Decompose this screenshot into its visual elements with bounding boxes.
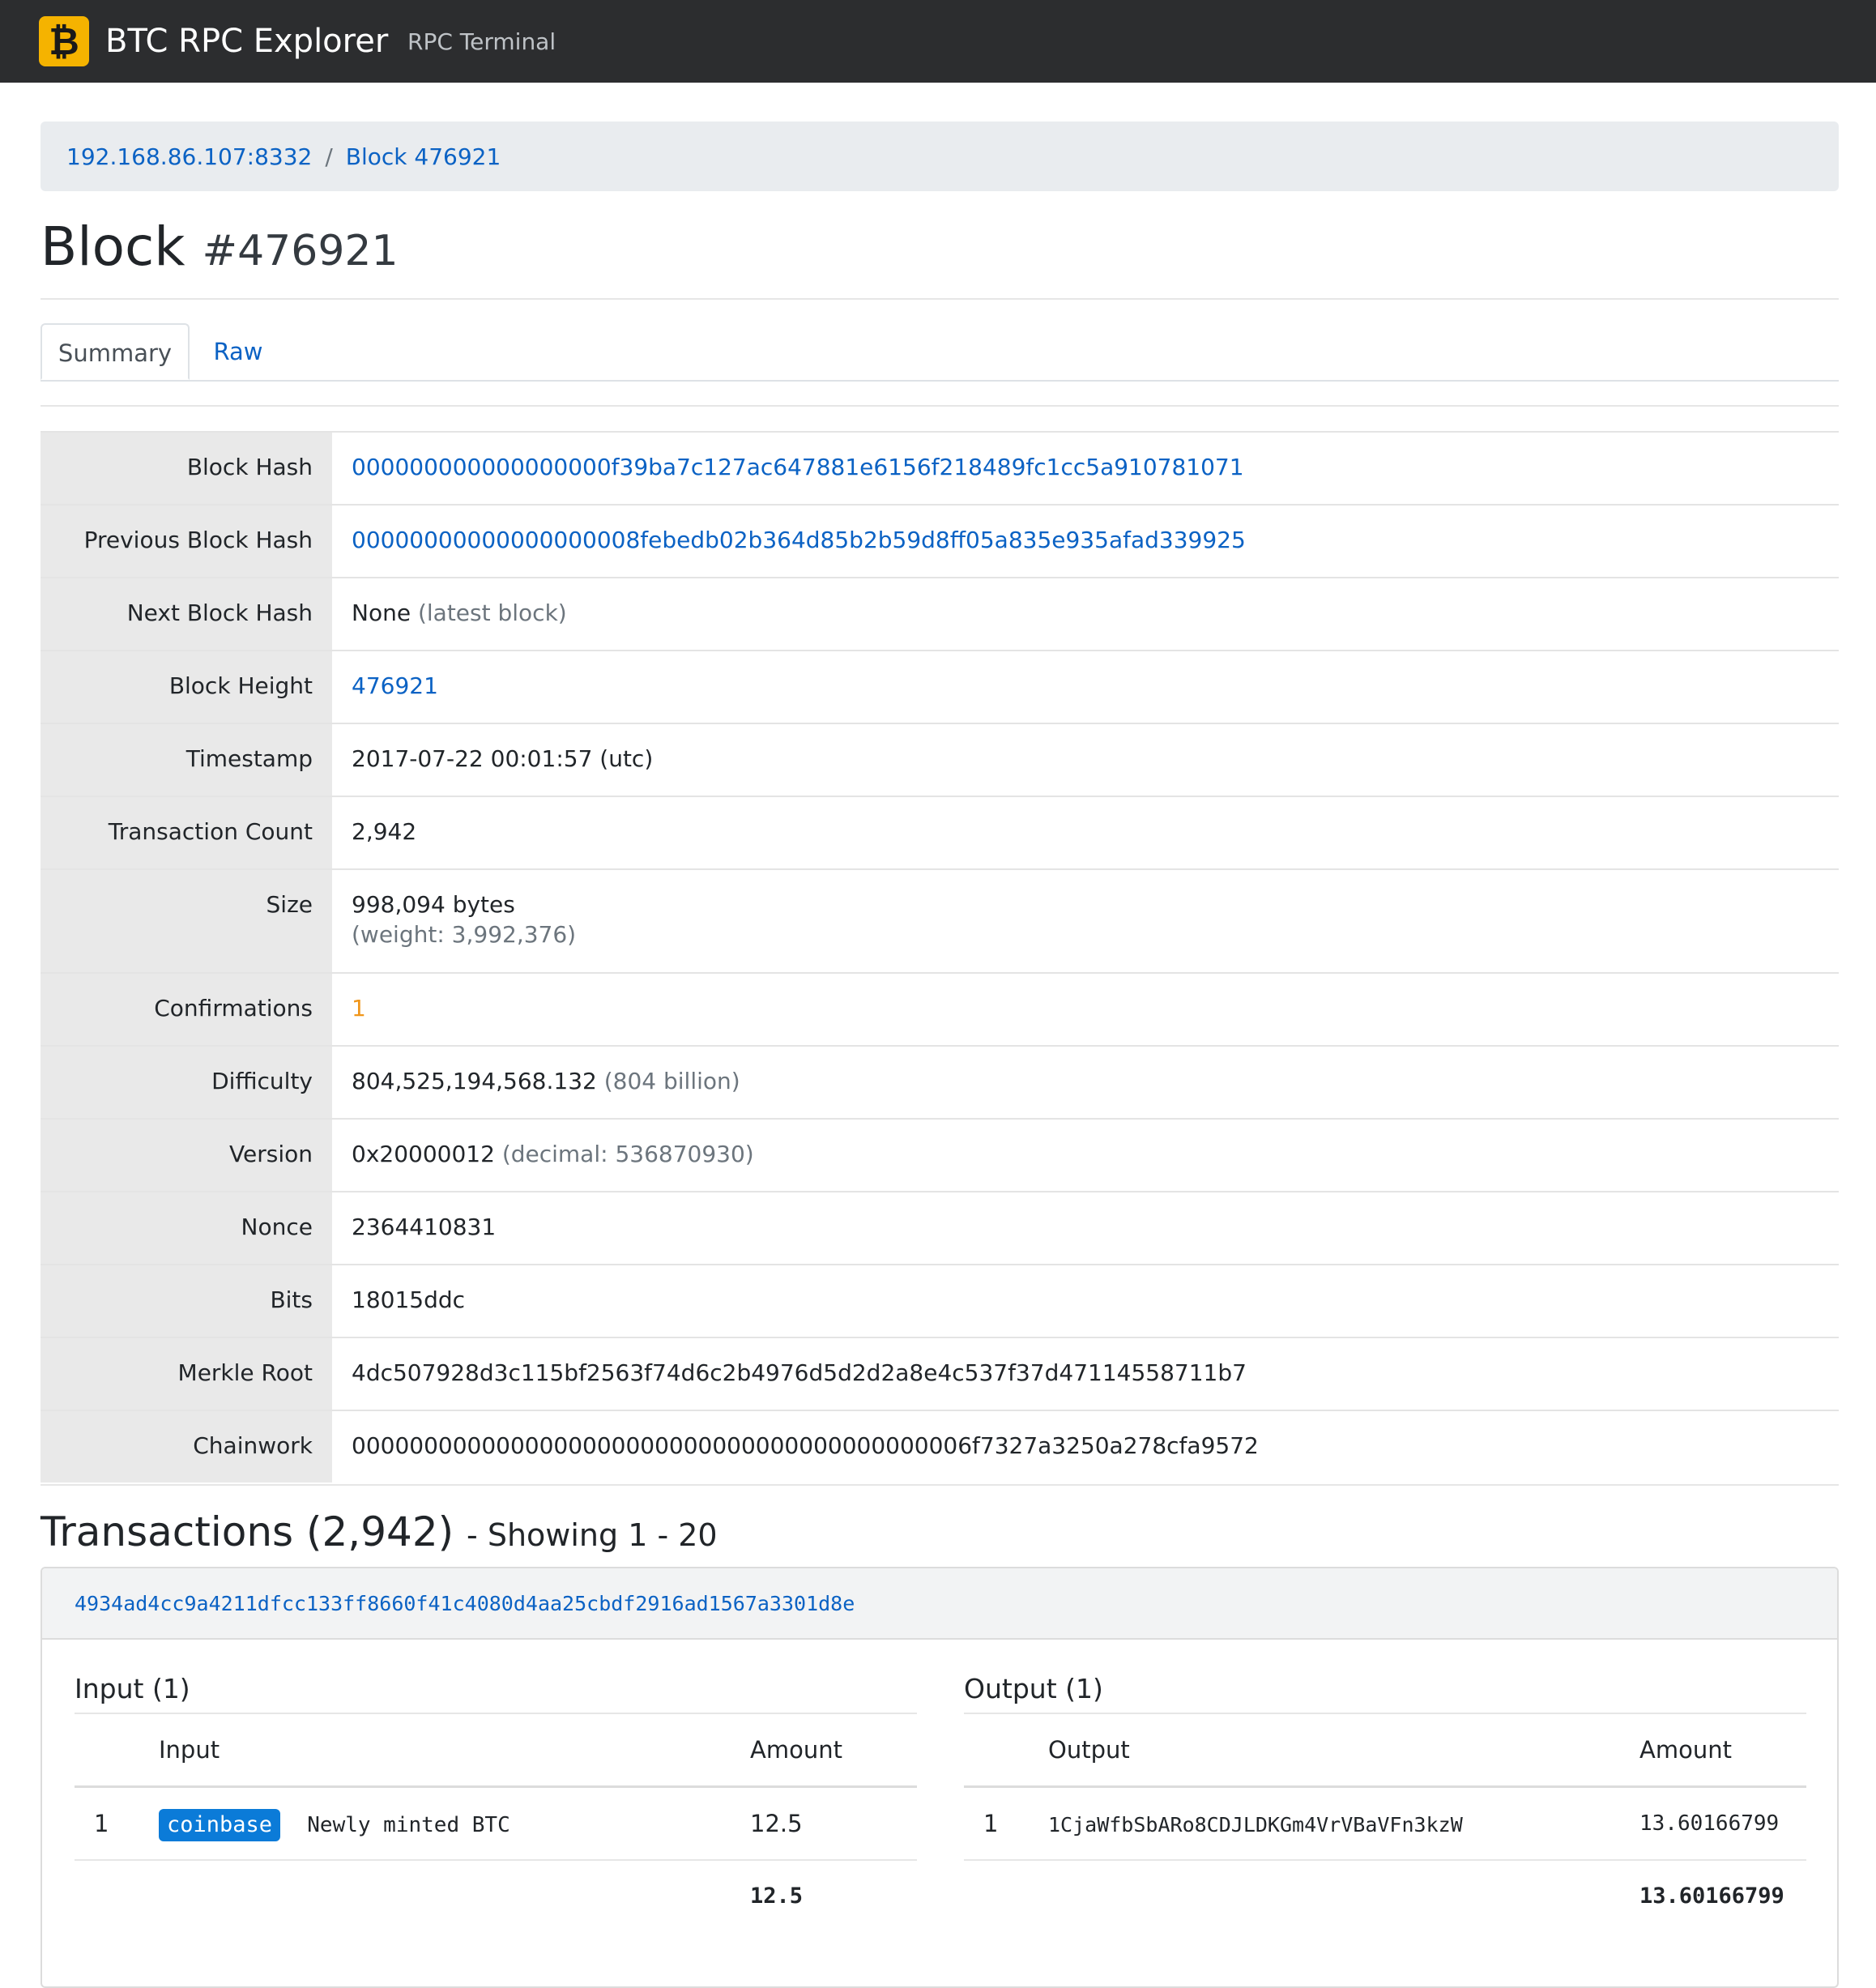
inputs-section: Input (1) Input Amount 1 coinbase Newly … [75, 1666, 917, 1932]
label-nonce: Nonce [41, 1192, 332, 1264]
label-difficulty: Difficulty [41, 1047, 332, 1118]
inputs-table-header: Input Amount [75, 1714, 917, 1788]
coinbase-badge: coinbase [159, 1809, 281, 1841]
output-row-number: 1 [983, 1810, 999, 1837]
label-next-block-hash: Next Block Hash [41, 578, 332, 650]
summary-row-confirmations: Confirmations 1 [41, 972, 1839, 1045]
outputs-col-output: Output [1048, 1736, 1130, 1764]
bits-value: 18015ddc [352, 1286, 466, 1313]
label-transaction-count: Transaction Count [41, 797, 332, 868]
brand-title[interactable]: BTC RPC Explorer [105, 18, 388, 65]
next-block-hash-value: None [352, 599, 411, 626]
chainwork-value: 0000000000000000000000000000000000000000… [352, 1432, 1259, 1459]
divider [41, 405, 1839, 407]
inputs-total-row: 12.5 [75, 1861, 917, 1932]
outputs-title: Output (1) [964, 1666, 1806, 1714]
output-address[interactable]: 1CjaWfbSbARo8CDJLDKGm4VrVBaVFn3kzW [1048, 1813, 1463, 1837]
label-confirmations: Confirmations [41, 974, 332, 1045]
summary-row-nonce: Nonce 2364410831 [41, 1191, 1839, 1264]
output-amount: 13.60166799 [1639, 1811, 1780, 1836]
label-previous-block-hash: Previous Block Hash [41, 506, 332, 577]
page-title: Block #476921 [41, 215, 399, 279]
label-chainwork: Chainwork [41, 1411, 332, 1482]
transaction-count-value: 2,942 [352, 818, 417, 845]
outputs-total-amount: 13.60166799 [1639, 1883, 1784, 1909]
version-note: (decimal: 536870930) [501, 1141, 754, 1167]
input-row: 1 coinbase Newly minted BTC 12.5 [75, 1788, 917, 1861]
summary-row-previous-hash: Previous Block Hash 00000000000000000008… [41, 504, 1839, 577]
version-value: 0x20000012 [352, 1141, 495, 1167]
inputs-col-input: Input [159, 1736, 220, 1764]
summary-row-block-hash: Block Hash 000000000000000000f39ba7c127a… [41, 431, 1839, 504]
transactions-heading: Transactions (2,942) - Showing 1 - 20 [41, 1507, 718, 1557]
tab-raw[interactable]: Raw [190, 323, 287, 380]
block-summary-table: Block Hash 000000000000000000f39ba7c127a… [41, 431, 1839, 1482]
input-description: Newly minted BTC [307, 1813, 510, 1837]
tab-summary[interactable]: Summary [41, 323, 190, 380]
weight-value: (weight: 3,992,376) [352, 921, 577, 948]
outputs-total-row: 13.60166799 [964, 1861, 1806, 1932]
divider [41, 1484, 1839, 1486]
summary-row-timestamp: Timestamp 2017-07-22 00:01:57 (utc) [41, 723, 1839, 796]
difficulty-value: 804,525,194,568.132 [352, 1068, 597, 1094]
size-value: 998,094 bytes [352, 891, 515, 918]
transactions-showing-range: - Showing 1 - 20 [467, 1517, 718, 1553]
nonce-value: 2364410831 [352, 1214, 497, 1240]
inputs-title: Input (1) [75, 1666, 917, 1714]
label-merkle-root: Merkle Root [41, 1338, 332, 1410]
transactions-title: Transactions (2,942) [41, 1508, 454, 1555]
summary-row-bits: Bits 18015ddc [41, 1264, 1839, 1337]
summary-row-merkle-root: Merkle Root 4dc507928d3c115bf2563f74d6c2… [41, 1337, 1839, 1410]
breadcrumb-node-link[interactable]: 192.168.86.107:8332 [66, 143, 312, 170]
top-navbar: ₿ BTC RPC Explorer RPC Terminal [0, 0, 1876, 83]
page-title-block-number: #476921 [202, 227, 399, 275]
input-amount: 12.5 [750, 1810, 803, 1837]
summary-row-size: Size 998,094 bytes (weight: 3,992,376) [41, 868, 1839, 972]
breadcrumb-separator: / [325, 143, 333, 170]
label-block-height: Block Height [41, 651, 332, 723]
output-row: 1 1CjaWfbSbARo8CDJLDKGm4VrVBaVFn3kzW 13.… [964, 1788, 1806, 1861]
divider [41, 298, 1839, 300]
transaction-id-link[interactable]: 4934ad4cc9a4211dfcc133ff8660f41c4080d4aa… [75, 1592, 855, 1615]
outputs-col-amount: Amount [1639, 1736, 1732, 1764]
next-block-hash-note: (latest block) [417, 599, 567, 626]
bitcoin-logo-icon[interactable]: ₿ [39, 16, 89, 66]
block-hash-link[interactable]: 000000000000000000f39ba7c127ac647881e615… [352, 454, 1244, 480]
label-block-hash: Block Hash [41, 433, 332, 504]
block-height-link[interactable]: 476921 [352, 672, 438, 699]
summary-row-difficulty: Difficulty 804,525,194,568.132 (804 bill… [41, 1045, 1839, 1118]
label-version: Version [41, 1120, 332, 1191]
outputs-table-header: Output Amount [964, 1714, 1806, 1788]
summary-row-height: Block Height 476921 [41, 650, 1839, 723]
timestamp-value: 2017-07-22 00:01:57 (utc) [352, 745, 654, 772]
inputs-total-amount: 12.5 [750, 1883, 804, 1909]
transaction-card-header: 4934ad4cc9a4211dfcc133ff8660f41c4080d4aa… [42, 1568, 1837, 1640]
summary-row-tx-count: Transaction Count 2,942 [41, 796, 1839, 868]
outputs-section: Output (1) Output Amount 1 1CjaWfbSbARo8… [964, 1666, 1806, 1932]
breadcrumb-current-block[interactable]: Block 476921 [346, 143, 501, 170]
transaction-card: 4934ad4cc9a4211dfcc133ff8660f41c4080d4aa… [41, 1567, 1839, 1988]
input-row-number: 1 [94, 1810, 109, 1837]
confirmations-value: 1 [352, 995, 366, 1022]
summary-row-next-hash: Next Block Hash None (latest block) [41, 577, 1839, 650]
breadcrumb: 192.168.86.107:8332 / Block 476921 [41, 122, 1839, 191]
nav-rpc-terminal[interactable]: RPC Terminal [407, 24, 556, 60]
page-title-text: Block [41, 215, 185, 278]
summary-row-chainwork: Chainwork 000000000000000000000000000000… [41, 1410, 1839, 1482]
label-size: Size [41, 870, 332, 972]
label-timestamp: Timestamp [41, 724, 332, 796]
inputs-col-amount: Amount [750, 1736, 842, 1764]
label-bits: Bits [41, 1265, 332, 1337]
merkle-root-value: 4dc507928d3c115bf2563f74d6c2b4976d5d2d2a… [352, 1359, 1247, 1386]
difficulty-note: (804 billion) [603, 1068, 740, 1094]
summary-row-version: Version 0x20000012 (decimal: 536870930) [41, 1118, 1839, 1191]
tab-bar: Summary Raw [41, 323, 1839, 382]
previous-block-hash-link[interactable]: 00000000000000000008febedb02b364d85b2b59… [352, 527, 1246, 553]
